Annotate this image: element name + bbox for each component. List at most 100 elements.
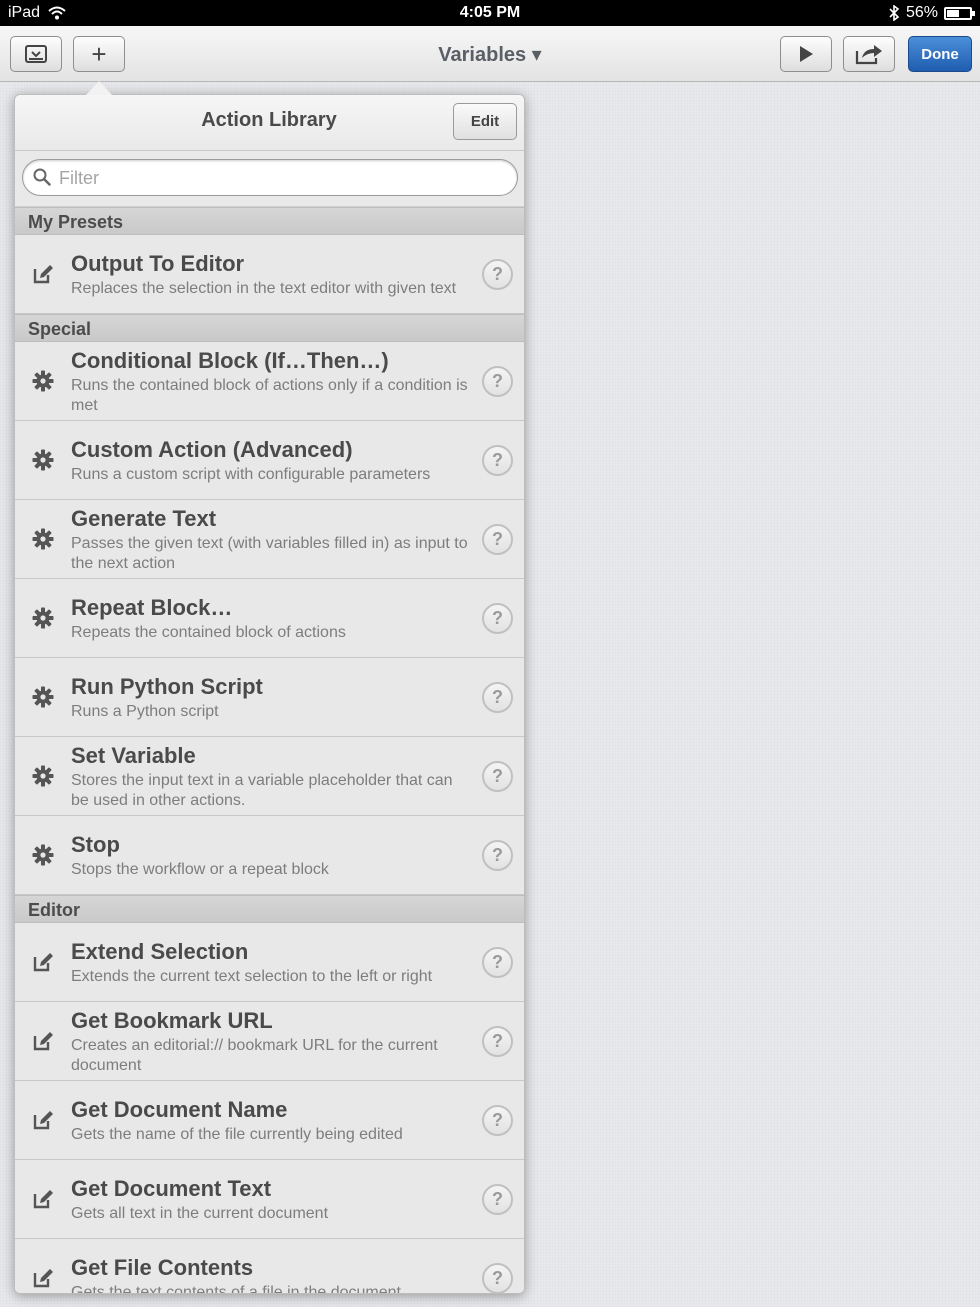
action-text: Get Document Name Gets the name of the fi… [71,1081,471,1160]
action-description: Passes the given text (with variables fi… [71,534,468,572]
action-row[interactable]: Get Bookmark URL Creates an editorial:// … [15,1002,524,1081]
action-description: Runs a Python script [71,702,219,720]
action-description: Stops the workflow or a repeat block [71,860,329,878]
status-bar: iPad 4:05 PM 56% [0,0,980,26]
action-title: Output To Editor [71,250,245,276]
action-library-popover: Action Library Edit My PresetsOutput To … [14,94,525,1294]
action-row[interactable]: Get Document Name Gets the name of the fi… [15,1081,524,1160]
share-icon [855,45,882,65]
battery-fill [947,9,959,17]
action-row[interactable]: Run Python Script Runs a Python script? [15,658,524,737]
action-row[interactable]: Output To Editor Replaces the selection i… [15,235,524,314]
action-row[interactable]: Conditional Block (If…Then…) Runs the con… [15,342,524,421]
action-text: Output To Editor Replaces the selection i… [71,235,471,314]
action-title: Get Bookmark URL [71,1007,273,1033]
action-description: Gets the name of the file currently bein… [71,1125,403,1143]
popover-arrow [86,81,112,95]
action-description: Gets all text in the current document [71,1204,329,1222]
gear-icon [31,685,55,709]
gear-icon [31,527,55,551]
action-text: Run Python Script Runs a Python script [71,658,471,737]
pencil-icon [31,1029,55,1053]
action-title: Repeat Block… [71,594,233,620]
pencil-icon [31,262,55,286]
action-row[interactable]: Get Document Text Gets all text in the cu… [15,1160,524,1239]
action-text: Stop Stops the workflow or a repeat block [71,816,471,895]
search-icon [33,168,51,186]
battery-icon [944,6,975,20]
help-button[interactable]: ? [482,1263,513,1293]
run-button[interactable] [780,36,832,72]
action-description: Extends the current text selection to th… [71,967,433,985]
section-header: Special [15,314,524,342]
action-description: Creates an editorial:// bookmark URL for… [71,1036,438,1074]
action-list: My Presets Output To Editor Replaces the s… [15,207,524,1294]
filter-field[interactable] [22,159,518,196]
action-title: Set Variable [71,742,196,768]
action-row[interactable]: Stop Stops the workflow or a repeat block… [15,816,524,895]
pencil-icon [31,1108,55,1132]
action-row[interactable]: Generate Text Passes the given text (with… [15,500,524,579]
edit-button[interactable]: Edit [453,103,517,140]
action-text: Extend Selection Extends the current text… [71,923,471,1002]
help-button[interactable]: ? [482,1026,513,1057]
help-button[interactable]: ? [482,366,513,397]
action-text: Repeat Block… Repeats the contained block… [71,579,471,658]
filter-bar [15,151,524,207]
action-title: Get Document Name [71,1096,288,1122]
gear-icon [31,764,55,788]
action-description: Stores the input text in a variable plac… [71,771,453,809]
action-row[interactable]: Extend Selection Extends the current text… [15,923,524,1002]
help-button[interactable]: ? [482,445,513,476]
action-text: Custom Action (Advanced) Runs a custom sc… [71,421,471,500]
section-header: Editor [15,895,524,923]
help-button[interactable]: ? [482,682,513,713]
action-row[interactable]: Set Variable Stores the input text in a v… [15,737,524,816]
play-icon [800,46,813,62]
done-button[interactable]: Done [908,36,972,72]
action-title: Get File Contents [71,1254,254,1280]
help-button[interactable]: ? [482,947,513,978]
status-time: 4:05 PM [459,4,521,21]
action-text: Get File Contents Gets the text contents … [71,1239,471,1294]
section-header: My Presets [15,207,524,235]
share-button[interactable] [843,36,895,72]
popover-header: Action Library Edit [15,95,524,151]
action-row[interactable]: Get File Contents Gets the text contents … [15,1239,524,1294]
help-button[interactable]: ? [482,524,513,555]
help-button[interactable]: ? [482,603,513,634]
action-row[interactable]: Custom Action (Advanced) Runs a custom sc… [15,421,524,500]
action-text: Set Variable Stores the input text in a v… [71,737,471,816]
status-right: 56% [888,4,975,22]
help-button[interactable]: ? [482,1184,513,1215]
help-button[interactable]: ? [482,1105,513,1136]
action-text: Get Document Text Gets all text in the cu… [71,1160,471,1239]
gear-icon [31,606,55,630]
action-description: Repeats the contained block of actions [71,623,346,641]
gear-icon [31,843,55,867]
action-title: Get Document Text [71,1175,272,1201]
popover-title: Action Library [201,109,337,131]
action-title: Custom Action (Advanced) [71,436,353,462]
pencil-icon [31,950,55,974]
action-description: Gets the text contents of a file in the … [71,1283,401,1294]
action-text: Get Bookmark URL Creates an editorial:// … [71,1002,471,1081]
help-button[interactable]: ? [482,840,513,871]
action-title: Conditional Block (If…Then…) [71,347,389,373]
gear-icon [31,369,55,393]
action-description: Replaces the selection in the text edito… [71,279,457,297]
filter-input[interactable] [59,166,499,190]
action-title: Stop [71,831,120,857]
workflow-title[interactable]: Variables ▾ [0,42,980,67]
action-text: Conditional Block (If…Then…) Runs the con… [71,342,471,421]
action-title: Run Python Script [71,673,263,699]
action-text: Generate Text Passes the given text (with… [71,500,471,579]
action-title: Extend Selection [71,938,249,964]
action-description: Runs a custom script with configurable p… [71,465,431,483]
battery-percent: 56% [905,4,938,21]
pencil-icon [31,1266,55,1290]
help-button[interactable]: ? [482,259,513,290]
action-row[interactable]: Repeat Block… Repeats the contained block… [15,579,524,658]
bluetooth-icon [889,5,900,21]
help-button[interactable]: ? [482,761,513,792]
